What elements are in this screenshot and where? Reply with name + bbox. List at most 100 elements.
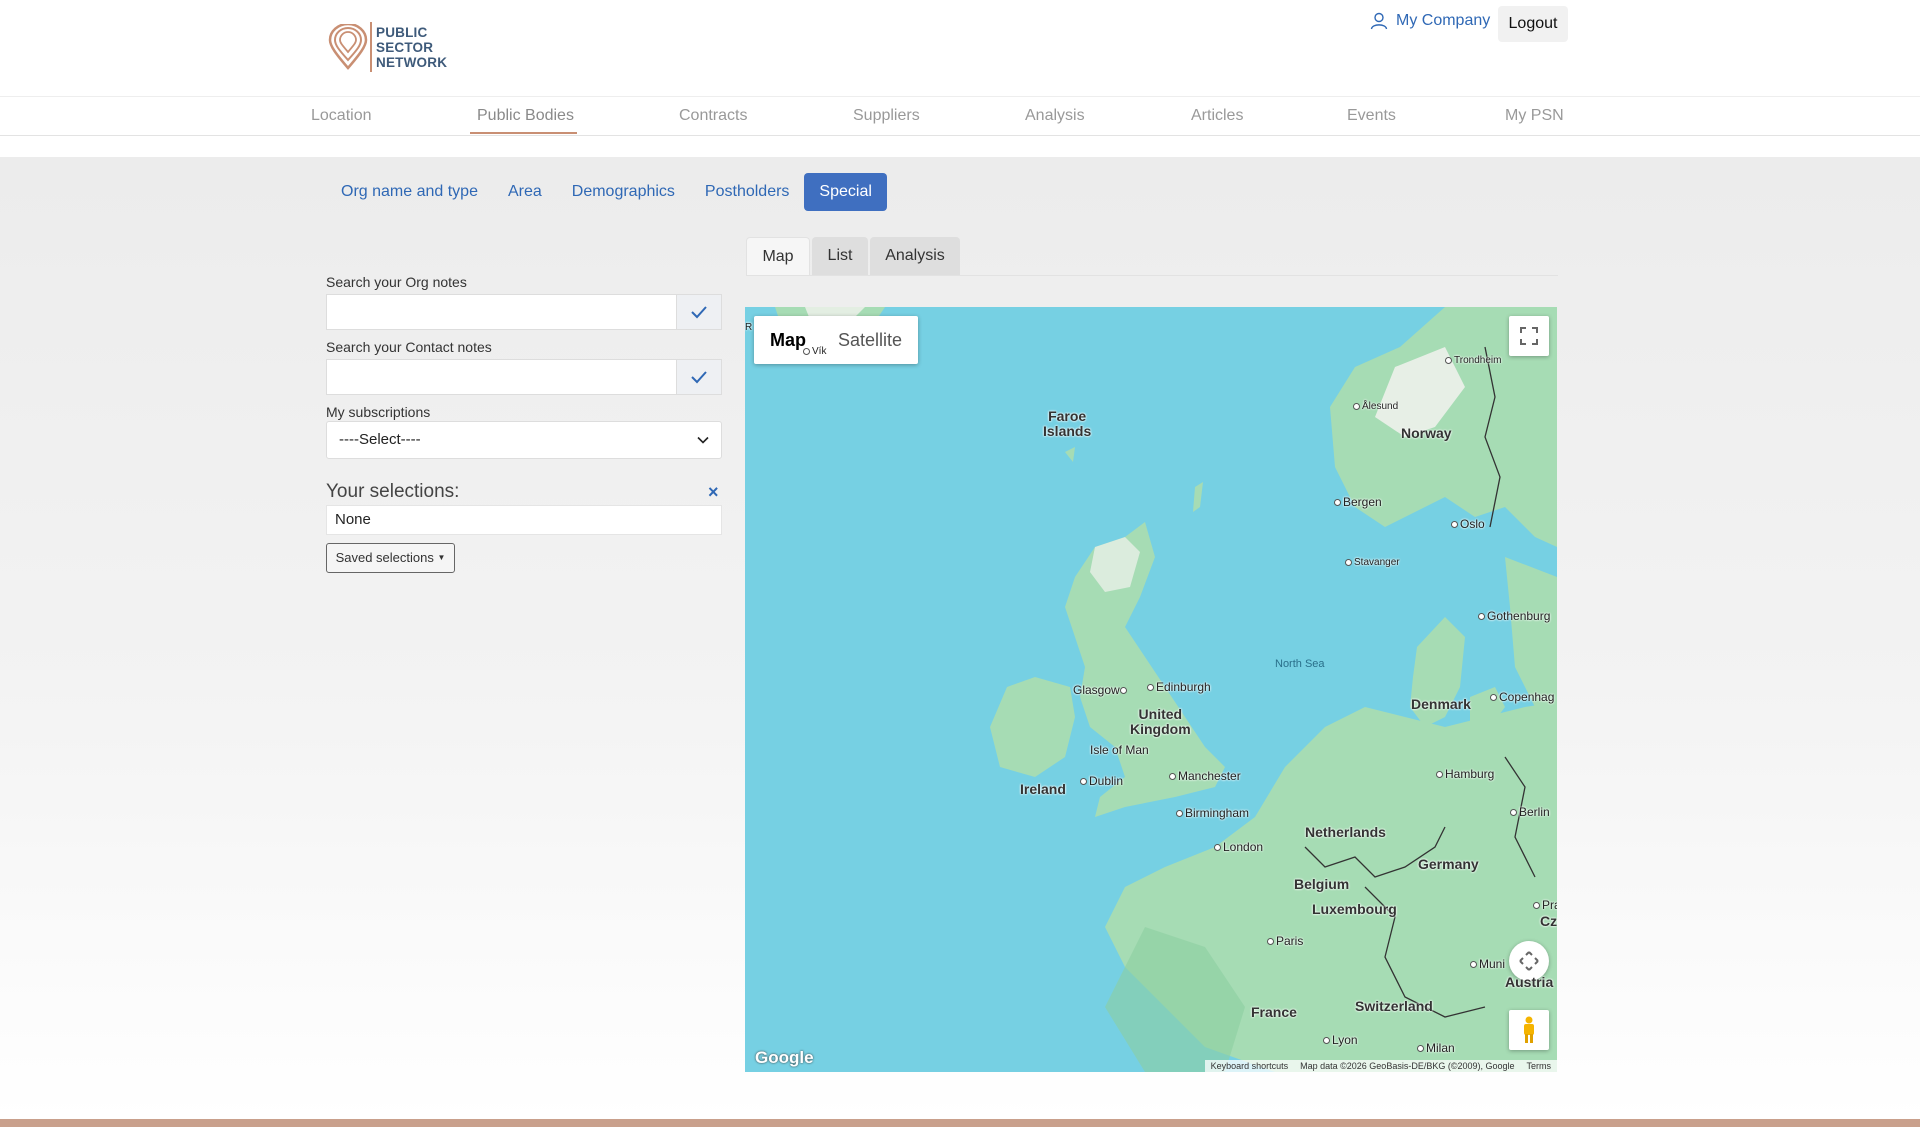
map-label-denmark: Denmark (1411, 696, 1471, 712)
check-icon (691, 306, 707, 319)
map-type-control: Map Satellite (754, 316, 919, 364)
org-notes-label: Search your Org notes (326, 274, 467, 290)
location-pin-logo-icon (328, 24, 368, 70)
map-label-north-sea: North Sea (1275, 658, 1325, 670)
contact-notes-label: Search your Contact notes (326, 339, 492, 355)
subscriptions-selected-value: ----Select---- (339, 431, 421, 448)
selections-value: None (326, 505, 722, 535)
map-label-netherlands: Netherlands (1305, 824, 1386, 840)
map-label-stavanger: Stavanger (1345, 557, 1400, 568)
map-label-uk: United Kingdom (1130, 706, 1191, 737)
map-label-belgium: Belgium (1294, 876, 1350, 892)
map-label-luxembourg: Luxembourg (1312, 901, 1397, 917)
logo-divider (370, 22, 372, 72)
logo-line-2: SECTOR (376, 39, 434, 55)
saved-selections-button[interactable]: Saved selections ▼ (326, 543, 455, 573)
caret-down-icon: ▼ (437, 553, 446, 562)
map-label-milan: Milan (1417, 1041, 1455, 1055)
nav-item-suppliers[interactable]: Suppliers (853, 97, 920, 135)
tab-org-name-and-type[interactable]: Org name and type (326, 173, 493, 211)
camera-move-icon (1519, 951, 1539, 971)
map-type-satellite-button[interactable]: Satellite (822, 316, 918, 364)
keyboard-shortcuts-link[interactable]: Keyboard shortcuts (1211, 1060, 1289, 1072)
contact-notes-search-button[interactable] (676, 359, 722, 395)
nav-item-articles[interactable]: Articles (1191, 97, 1243, 135)
map-view[interactable]: Map Satellite R Vík Faroe Islands Trondh (745, 307, 1557, 1072)
google-logo: Google (755, 1048, 814, 1067)
street-view-pegman-button[interactable] (1509, 1010, 1549, 1050)
filter-tabs: Org name and type Area Demographics Post… (326, 173, 887, 211)
map-label-france: France (1251, 1004, 1297, 1020)
clear-selections-icon[interactable]: × (708, 482, 719, 503)
tab-demographics[interactable]: Demographics (557, 173, 690, 211)
map-label-r: R (745, 322, 753, 333)
check-icon (691, 371, 707, 384)
tab-postholders[interactable]: Postholders (690, 173, 805, 211)
map-label-london: London (1214, 840, 1263, 854)
terms-link[interactable]: Terms (1527, 1060, 1552, 1072)
tab-area[interactable]: Area (493, 173, 557, 211)
map-label-prague: Pra (1533, 898, 1557, 912)
map-label-copenhagen: Copenhag (1490, 690, 1554, 704)
selections-title: Your selections: (326, 481, 460, 502)
map-label-vik: Vík (803, 346, 826, 357)
user-icon (1370, 12, 1388, 30)
map-label-isle-of-man: Isle of Man (1090, 743, 1149, 757)
map-label-bergen: Bergen (1334, 495, 1382, 509)
org-notes-group (326, 294, 722, 330)
subscriptions-label: My subscriptions (326, 404, 431, 420)
contact-notes-group (326, 359, 722, 395)
nav-item-analysis[interactable]: Analysis (1025, 97, 1085, 135)
map-data-text: Map data ©2026 GeoBasis-DE/BKG (©2009), … (1300, 1061, 1515, 1071)
map-label-alesund: Ålesund (1353, 401, 1398, 412)
view-tab-map[interactable]: Map (746, 237, 810, 275)
tab-special[interactable]: Special (804, 173, 887, 211)
my-company-link[interactable]: My Company (1370, 12, 1490, 30)
map-label-munich: Muni (1470, 957, 1505, 971)
org-notes-input[interactable] (326, 294, 676, 330)
header: PUBLIC SECTOR NETWORK My Company Logout (0, 0, 1920, 96)
nav-item-events[interactable]: Events (1347, 97, 1396, 135)
map-label-oslo: Oslo (1451, 517, 1485, 531)
logo-line-3: NETWORK (376, 54, 448, 70)
fullscreen-button[interactable] (1509, 316, 1549, 356)
contact-notes-input[interactable] (326, 359, 676, 395)
map-label-trondheim: Trondheim (1445, 355, 1501, 366)
view-tab-analysis[interactable]: Analysis (870, 237, 960, 275)
map-label-lyon: Lyon (1323, 1033, 1358, 1047)
map-label-glasgow: Glasgow (1073, 683, 1129, 697)
nav-item-public-bodies[interactable]: Public Bodies (477, 97, 574, 135)
org-notes-search-button[interactable] (676, 294, 722, 330)
map-label-switzerland: Switzerland (1355, 998, 1433, 1014)
saved-selections-label: Saved selections (335, 550, 434, 565)
logo-text: PUBLIC SECTOR NETWORK (376, 25, 447, 70)
psn-logo[interactable]: PUBLIC SECTOR NETWORK (328, 22, 447, 72)
map-label-faroe: Faroe Islands (1043, 408, 1092, 439)
map-label-czech: Czec (1540, 913, 1557, 929)
view-tab-list[interactable]: List (812, 237, 868, 275)
map-label-norway: Norway (1401, 425, 1452, 441)
chevron-down-icon (697, 436, 709, 444)
subscriptions-select[interactable]: ----Select---- (326, 421, 722, 459)
logo-line-1: PUBLIC (376, 24, 428, 40)
map-label-edinburgh: Edinburgh (1147, 680, 1211, 694)
fullscreen-icon (1520, 327, 1538, 345)
nav-active-underline (470, 132, 577, 134)
nav-item-my-psn[interactable]: My PSN (1505, 97, 1564, 135)
map-label-gothenburg: Gothenburg (1478, 609, 1550, 623)
map-label-dublin: Dublin (1080, 774, 1123, 788)
map-label-germany: Germany (1418, 856, 1479, 872)
map-label-berlin: Berlin (1510, 805, 1550, 819)
map-label-austria: Austria (1505, 974, 1554, 990)
map-label-birmingham: Birmingham (1176, 806, 1249, 820)
footer-accent-line (0, 1119, 1920, 1127)
main-nav: Location Public Bodies Contracts Supplie… (0, 96, 1920, 136)
my-company-label: My Company (1396, 12, 1491, 29)
pegman-icon (1524, 1016, 1534, 1043)
nav-item-location[interactable]: Location (311, 97, 372, 135)
map-label-ireland: Ireland (1020, 781, 1066, 797)
map-attribution: Keyboard shortcuts Map data ©2026 GeoBas… (1204, 1060, 1557, 1072)
nav-item-contracts[interactable]: Contracts (679, 97, 747, 135)
logout-button[interactable]: Logout (1498, 6, 1568, 42)
content-area: Org name and type Area Demographics Post… (0, 157, 1920, 1120)
